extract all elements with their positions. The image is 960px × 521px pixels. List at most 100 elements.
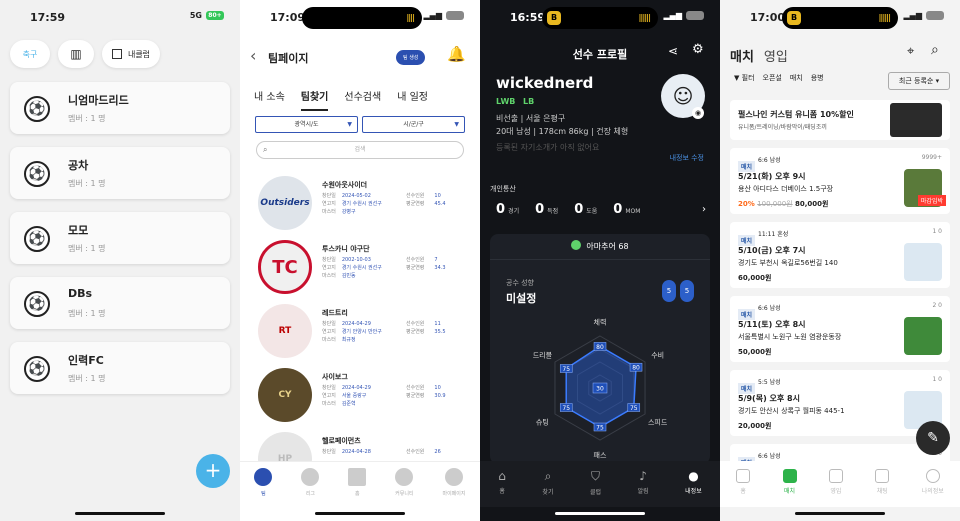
position-badge: LWB [496,97,516,106]
nav-myinfo[interactable]: ● 내정보 [685,461,702,507]
nav-match[interactable]: 매치 [782,461,797,507]
map-icon[interactable]: ▥ [58,40,94,68]
nav-home[interactable]: 홈 [736,461,751,507]
ad-banner[interactable]: 펄스나인 커스텀 유니폼 10%할인 유니폼/트레이닝/바람막이/패딩조끼 [730,100,950,140]
team-list-item[interactable]: TC 투스카니 야구단 창단일 2002-10-03 연고지 경기 수원시 권선구 마스… [256,240,466,296]
team-list-item[interactable]: CY 사이보그 창단일 2024-04-29 연고지 서울 중랑구 마스터 김준혁 선수인… [256,368,466,424]
manner-icon [571,240,582,250]
search-placeholder: 검색 [354,146,366,153]
search-icon: ⌕ [263,145,268,154]
team-info: 창단일 2024-04-28 [322,449,371,455]
app-badge-icon: B [547,11,561,25]
filter-mercenary[interactable]: 용병 [811,73,824,83]
status-bar: 17:59 5G 80+ [0,0,240,34]
status-bar: 17:09 |||| ▂▄▆ [240,0,480,34]
filter-match[interactable]: 매치 [790,73,803,83]
view-count: 9999+ [921,154,942,161]
nav-home[interactable]: ⌂ 홈 [498,461,506,507]
nav-mypage[interactable]: 마이페이지 [442,462,466,507]
radar-center-label: 30 [596,386,604,393]
nav-myinfo[interactable]: 나의정보 [922,461,944,507]
position-badge: LB [523,97,535,106]
team-logo: CY [258,368,312,422]
location-icon[interactable]: ⌖ [907,44,914,59]
nav-find[interactable]: ⌕ 찾기 [542,461,553,507]
back-icon[interactable]: ‹ [250,46,256,65]
match-list-screen: 17:00 B |||||| ▂▄▆ 매치 영입 ⌖ ⌕ ▼ 필터 오픈설 매치 … [720,0,960,521]
create-team-button[interactable]: 팀 생성 [396,50,426,65]
helmet-icon [254,468,273,486]
shield-logo-icon [904,243,942,281]
bell-icon[interactable]: 🔔 [447,45,466,63]
nav-chat[interactable]: 채팅 [875,461,890,507]
tab-schedule[interactable]: 내 일정 [397,88,428,111]
match-card[interactable]: 매치 11:11 혼성 1 0 5/10(금) 오후 7시 경기도 부천시 옥길… [730,222,950,288]
sort-select[interactable]: 최근 등록순 ▾ [888,72,950,90]
nav-club[interactable]: ⛉ 클럽 [590,461,601,507]
add-club-button[interactable]: + [196,454,230,488]
camera-icon[interactable]: ◉ [692,107,704,119]
write-button[interactable]: ✎ [916,421,950,455]
club-card[interactable]: ⚽ 인력FC 멤버 : 1 명 [10,342,230,394]
search-icon[interactable]: ⌕ [931,42,939,58]
radar-axis-label: 슈팅 [536,417,549,426]
home-icon [736,469,751,483]
nav-team[interactable]: 팀 [254,462,273,507]
nav-alarm[interactable]: ♪ 알림 [638,461,649,507]
nav-home[interactable]: 홈 [348,462,367,507]
club-card[interactable]: ⚽ DBs 멤버 : 1 명 [10,277,230,329]
team-info: 창단일 2002-10-03 연고지 경기 수원시 권선구 마스터 김민동 [322,257,382,279]
my-club-label: 내클럽 [127,49,151,59]
ability-card: 아마추어 68 공수 성향 미설정 5 5 체력 80 수비 80 스피드 75 패스 75 슈… [490,234,710,464]
team-list-item[interactable]: Outsiders 수원아웃사이더 창단일 2024-05-02 연고지 경기 수원시… [256,176,466,232]
status-time: 17:00 [750,11,786,24]
comment-count: 2 0 [932,302,942,309]
share-icon[interactable]: ⋖ [668,44,678,58]
tab-recruit[interactable]: 영입 [764,46,788,65]
tab-my-team[interactable]: 내 소속 [254,88,285,111]
sport-chip[interactable]: 축구 [10,40,50,68]
stat-games: 0 경기 [496,202,520,217]
home-icon: ⌂ [498,469,506,483]
club-list-screen: 17:59 5G 80+ 축구 ▥ 내클럽 ⚽ 니엄마드리드 멤버 : 1 명 ⚽ 공차… [0,0,240,521]
club-card[interactable]: ⚽ 모모 멤버 : 1 명 [10,212,230,264]
match-card[interactable]: 매치 6:6 남성 9999+ 5/21(화) 오후 9시 용산 아디다스 더베… [730,148,950,214]
nav-league[interactable]: 리그 [301,462,320,507]
search-input[interactable]: ⌕ 검색 [256,141,464,159]
gear-icon[interactable]: ⚙ [692,42,704,57]
district-select[interactable]: 시/군/구 [362,116,465,133]
stat-mom: 0 MOM [613,202,641,217]
filter-open[interactable]: 오픈설 [763,73,782,83]
club-members: 멤버 : 1 명 [68,179,106,188]
filter-button[interactable]: ▼ 필터 [734,73,755,83]
edit-info-link[interactable]: 내정보 수정 [670,153,704,163]
tab-player-search[interactable]: 선수검색 [344,88,381,111]
my-club-toggle[interactable]: 내클럽 [102,40,160,68]
nav-recruit[interactable]: 영입 [828,461,843,507]
team-list-item[interactable]: RT 레드트리 창단일 2024-04-29 연고지 경기 안양시 만안구 마스터 최규정… [256,304,466,360]
stat-assists: 0 도움 [574,202,598,217]
page-title: 팀페이지 [268,52,309,65]
match-price: 50,000원 [738,348,772,356]
match-card[interactable]: 매치 5:5 남성 1 0 5/9(목) 오후 8시 경기도 안산시 상록구 월… [730,370,950,436]
checkbox-icon [111,49,122,59]
city-select[interactable]: 광역시/도 [255,116,358,133]
filter-icon: ▼ [734,74,740,82]
tab-match[interactable]: 매치 [730,46,754,65]
club-card[interactable]: ⚽ 공차 멤버 : 1 명 [10,147,230,199]
signal-icon: ▂▄▆ [423,11,442,20]
soccer-ball-icon: ⚽ [24,226,50,252]
dynamic-island: |||| [302,7,422,29]
match-price: 20% 100,000원 80,000원 [738,200,829,208]
nav-community[interactable]: 커뮤니티 [395,462,414,507]
match-card[interactable]: 매치 6:6 남성 2 0 5/11(토) 오후 8시 서울특별시 노원구 노원… [730,296,950,362]
team-info: 창단일 2024-04-29 연고지 경기 안양시 만안구 마스터 최규정 [322,321,382,343]
stats-title: 개인통산 [490,185,516,193]
radar-value-label: 80 [596,344,604,351]
club-card[interactable]: ⚽ 니엄마드리드 멤버 : 1 명 [10,82,230,134]
chevron-right-icon[interactable]: › [702,204,706,215]
home-indicator [315,512,405,515]
tab-find-team[interactable]: 팀찾기 [300,88,329,111]
right-foot-icon: 5 [680,280,694,302]
radar-axis-label: 체력 [594,318,607,326]
